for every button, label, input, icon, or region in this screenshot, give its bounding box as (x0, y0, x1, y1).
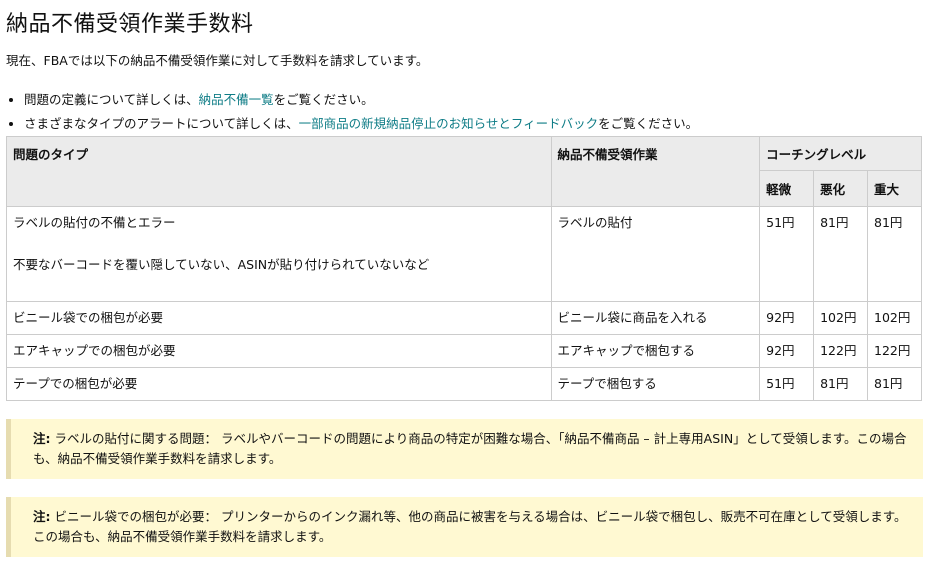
header-coaching-level: コーチングレベル (759, 136, 922, 171)
header-level-escalated: 悪化 (813, 170, 869, 207)
header-problem-type: 問題のタイプ (6, 136, 552, 207)
fee-cell: 92円 (759, 334, 815, 368)
fee-cell: 51円 (759, 367, 815, 401)
problem-cell: テープでの梱包が必要 (6, 367, 552, 401)
problem-label: ラベルの貼付の不備とエラー (13, 215, 176, 230)
fee-cell: 102円 (867, 301, 922, 335)
problem-cell: ラベルの貼付の不備とエラー 不要なバーコードを覆い隠していない、ASINが貼り付… (6, 206, 552, 302)
table-row: ラベルの貼付の不備とエラー 不要なバーコードを覆い隠していない、ASINが貼り付… (6, 206, 922, 302)
task-cell: ラベルの貼付 (550, 206, 761, 302)
list-item: 問題の定義について詳しくは、納品不備一覧をご覧ください。 (24, 88, 934, 112)
list-item-text: をご覧ください。 (598, 116, 699, 131)
defect-list-link[interactable]: 納品不備一覧 (199, 92, 274, 107)
note-text: ビニール袋での梱包が必要： プリンターからのインク漏れ等、他の商品に被害を与える… (33, 509, 907, 544)
page: 納品不備受領作業手数料 現在、FBAでは以下の納品不備受領作業に対して手数料を請… (0, 0, 940, 557)
header-level-minor: 軽微 (759, 170, 815, 207)
info-list: 問題の定義について詳しくは、納品不備一覧をご覧ください。 さまざまなタイプのアラ… (6, 88, 934, 136)
note-text: ラベルの貼付に関する問題： ラベルやバーコードの問題により商品の特定が困難な場合… (33, 431, 907, 466)
page-title: 納品不備受領作業手数料 (6, 12, 254, 37)
note-box: 注: ラベルの貼付に関する問題： ラベルやバーコードの問題により商品の特定が困難… (6, 419, 923, 479)
fee-cell: 92円 (759, 301, 815, 335)
feedback-link[interactable]: 一部商品の新規納品停止のお知らせとフィードバック (299, 116, 599, 131)
header-task: 納品不備受領作業 (550, 136, 761, 207)
note-label: 注: (33, 431, 51, 446)
list-item-text: 問題の定義について詳しくは、 (24, 92, 199, 107)
table-row: テープでの梱包が必要 テープで梱包する 51円 81円 81円 (6, 367, 922, 401)
table-row: エアキャップでの梱包が必要 エアキャップで梱包する 92円 122円 122円 (6, 334, 922, 368)
task-cell: ビニール袋に商品を入れる (550, 301, 761, 335)
note-box: 注: ビニール袋での梱包が必要： プリンターからのインク漏れ等、他の商品に被害を… (6, 497, 923, 557)
note-label: 注: (33, 509, 51, 524)
problem-cell: エアキャップでの梱包が必要 (6, 334, 552, 368)
fee-cell: 81円 (813, 367, 869, 401)
list-item-text: をご覧ください。 (273, 92, 374, 107)
task-cell: テープで梱包する (550, 367, 761, 401)
list-item-text: さまざまなタイプのアラートについて詳しくは、 (24, 116, 299, 131)
list-item: さまざまなタイプのアラートについて詳しくは、一部商品の新規納品停止のお知らせとフ… (24, 112, 934, 136)
fee-cell: 81円 (867, 367, 922, 401)
fee-cell: 81円 (813, 206, 869, 302)
table-header-row: 問題のタイプ 納品不備受領作業 コーチングレベル (6, 136, 922, 207)
fee-cell: 81円 (867, 206, 922, 302)
fee-cell: 122円 (867, 334, 922, 368)
fee-cell: 51円 (759, 206, 815, 302)
fee-table: 問題のタイプ 納品不備受領作業 コーチングレベル 軽微 悪化 重大 ラベルの貼付… (6, 136, 922, 401)
problem-detail: 不要なバーコードを覆い隠していない、ASINが貼り付けられていないなど (13, 257, 430, 272)
header-level-severe: 重大 (867, 170, 922, 207)
table-row: ビニール袋での梱包が必要 ビニール袋に商品を入れる 92円 102円 102円 (6, 301, 922, 335)
problem-cell: ビニール袋での梱包が必要 (6, 301, 552, 335)
task-cell: エアキャップで梱包する (550, 334, 761, 368)
intro-text: 現在、FBAでは以下の納品不備受領作業に対して手数料を請求しています。 (6, 53, 429, 68)
fee-cell: 122円 (813, 334, 869, 368)
fee-cell: 102円 (813, 301, 869, 335)
